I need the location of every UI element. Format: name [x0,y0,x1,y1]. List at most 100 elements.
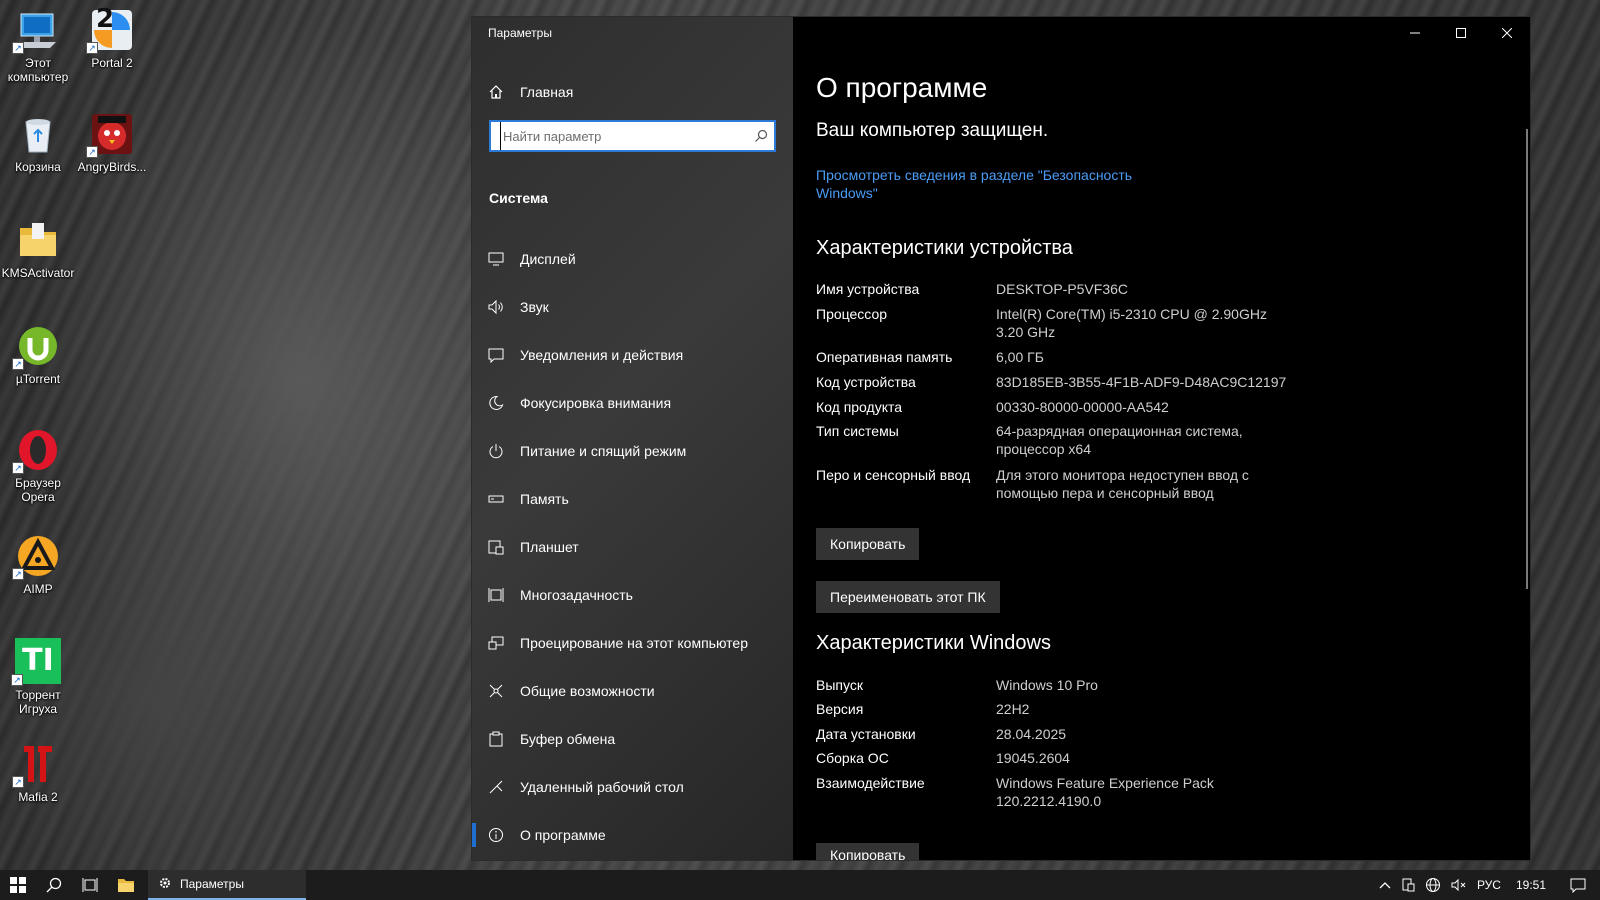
nav-item-sound[interactable]: Звук [472,283,793,331]
desktop-icon-opera[interactable]: ↗ Браузер Opera [0,428,76,504]
spec-key: Код устройства [816,374,916,390]
spec-row: Сборка ОС 19045.2604 [816,749,1336,767]
gear-icon [158,876,172,893]
taskbar: Параметры РУС 19:51 [0,870,1600,900]
start-button[interactable] [0,870,36,900]
shortcut-arrow-icon: ↗ [11,674,23,686]
desktop-icon-label: Корзина [15,160,61,174]
nav-item-label: Планшет [520,539,579,555]
section-title: Система [489,190,548,206]
spec-row: Версия 22H2 [816,700,1336,718]
nav-item-label: Проецирование на этот компьютер [520,635,748,651]
desktop-icon-aimp[interactable]: ↗ AIMP [0,534,76,596]
desktop-icon-recycle-bin[interactable]: Корзина [0,112,76,174]
sound-icon [488,299,504,315]
nav-item-about[interactable]: О программе [472,811,793,859]
portal2-icon: 2 ↗ [86,6,134,54]
nav-item-remote-desktop[interactable]: Удаленный рабочий стол [472,763,793,811]
spec-value: 00330-80000-00000-AA542 [996,399,1169,415]
utorrent-icon: ↗ [12,324,60,370]
desktop-icon-this-pc[interactable]: ↗ Этот компьютер [0,8,76,84]
nav-item-label: Буфер обмена [520,731,616,747]
windows-logo-icon [10,877,26,893]
nav-item-tablet[interactable]: Планшет [472,523,793,571]
tablet-icon [488,539,504,555]
spec-row: Процессор Intel(R) Core(TM) i5-2310 CPU … [816,305,1336,341]
minimize-button[interactable] [1392,17,1438,49]
spec-value: 64-разрядная операционная система, проце… [996,423,1243,457]
desktop-icon-utorrent[interactable]: ↗ µTorrent [0,324,76,386]
multitasking-icon [488,587,504,603]
spec-value: 28.04.2025 [996,726,1067,742]
network-globe-icon[interactable] [1420,870,1446,900]
nav-item-projecting[interactable]: Проецирование на этот компьютер [472,619,793,667]
nav-item-multitasking[interactable]: Многозадачность [472,571,793,619]
search-input[interactable] [500,122,748,150]
window-title: Параметры [488,26,552,40]
task-view-button[interactable] [72,870,108,900]
copy-button[interactable]: Копировать [816,528,920,560]
spec-key: Сборка ОС [816,750,889,766]
shortcut-arrow-icon: ↗ [86,146,98,158]
nav-item-storage[interactable]: Память [472,475,793,523]
desktop-icon-kmsactivator[interactable]: KMSActivator [0,218,76,280]
taskbar-search-button[interactable] [36,870,72,900]
nav-item-clipboard[interactable]: Буфер обмена [472,715,793,763]
desktop-icon-portal2[interactable]: 2 ↗ Portal 2 [74,6,150,70]
nav-item-power[interactable]: Питание и спящий режим [472,427,793,475]
desktop-icon-label: Браузер Opera [15,476,61,504]
spec-row: Перо и сенсорный ввод Для этого монитора… [816,466,1336,502]
action-center-button[interactable] [1556,870,1600,900]
search-box[interactable] [489,120,776,152]
nav-item-display[interactable]: Дисплей [472,235,793,283]
nav-item-notifications[interactable]: Уведомления и действия [472,331,793,379]
spec-value: Windows 10 Pro [996,677,1098,693]
search-icon[interactable] [748,129,774,143]
spec-key: Дата установки [816,726,916,742]
scrollbar[interactable] [1526,129,1528,589]
security-link[interactable]: Просмотреть сведения в разделе "Безопасн… [816,166,1156,202]
tray-device-icon[interactable] [1396,870,1420,900]
opera-icon: ↗ [12,428,60,474]
shortcut-arrow-icon: ↗ [12,776,24,788]
desktop-icon-label: Portal 2 [91,56,133,70]
settings-window: Параметры Главная Система Дисплей Звук [472,17,1530,860]
system-tray: РУС 19:51 [1374,870,1600,900]
desktop-icon-label: Торрент Игруха [15,688,61,716]
spec-value: Intel(R) Core(TM) i5-2310 CPU @ 2.90GHz … [996,306,1267,340]
nav-item-focus-assist[interactable]: Фокусировка внимания [472,379,793,427]
maximize-button[interactable] [1438,17,1484,49]
file-explorer-button[interactable] [108,870,144,900]
copy-windows-specs-button[interactable]: Копировать [816,843,920,860]
rename-pc-button[interactable]: Переименовать этот ПК [816,581,1000,613]
nav-item-label: Фокусировка внимания [520,395,672,411]
chevron-up-icon [1379,882,1391,889]
nav-item-shared-experiences[interactable]: Общие возможности [472,667,793,715]
taskbar-app-settings[interactable]: Параметры [148,870,306,900]
notifications-icon [488,347,504,363]
nav-item-label: Дисплей [520,251,576,267]
protected-status: Ваш компьютер защищен. [816,120,1049,141]
spec-value: Windows Feature Experience Pack 120.2212… [996,775,1214,809]
language-indicator[interactable]: РУС [1472,870,1506,900]
desktop-icon-label: AIMP [23,582,53,596]
desktop-icon-angrybirds[interactable]: ↗ AngryBirds... [74,112,150,174]
nav-home[interactable]: Главная [488,79,573,105]
spec-row: Имя устройства DESKTOP-P5VF36C [816,280,1336,298]
desktop-icon-mafia2[interactable]: ↗ Mafia 2 [0,742,76,804]
spec-row: Оперативная память 6,00 ГБ [816,348,1336,366]
page-title: О программе [816,72,988,103]
volume-muted-icon[interactable] [1446,870,1472,900]
clock[interactable]: 19:51 [1506,870,1556,900]
spec-key: Взаимодействие [816,775,925,791]
spec-value: 22H2 [996,701,1030,717]
desktop-icon-torrent-igruha[interactable]: TI ↗ Торрент Игруха [0,638,76,716]
shortcut-arrow-icon: ↗ [86,42,98,54]
nav-item-label: Память [520,491,569,507]
torrent-igruha-glyph: TI [22,643,54,678]
spec-value: 83D185EB-3B55-4F1B-ADF9-D48AC9C12197 [996,374,1287,390]
power-icon [488,443,504,459]
info-icon [488,827,504,843]
show-hidden-icons-button[interactable] [1374,870,1396,900]
close-button[interactable] [1484,17,1530,49]
